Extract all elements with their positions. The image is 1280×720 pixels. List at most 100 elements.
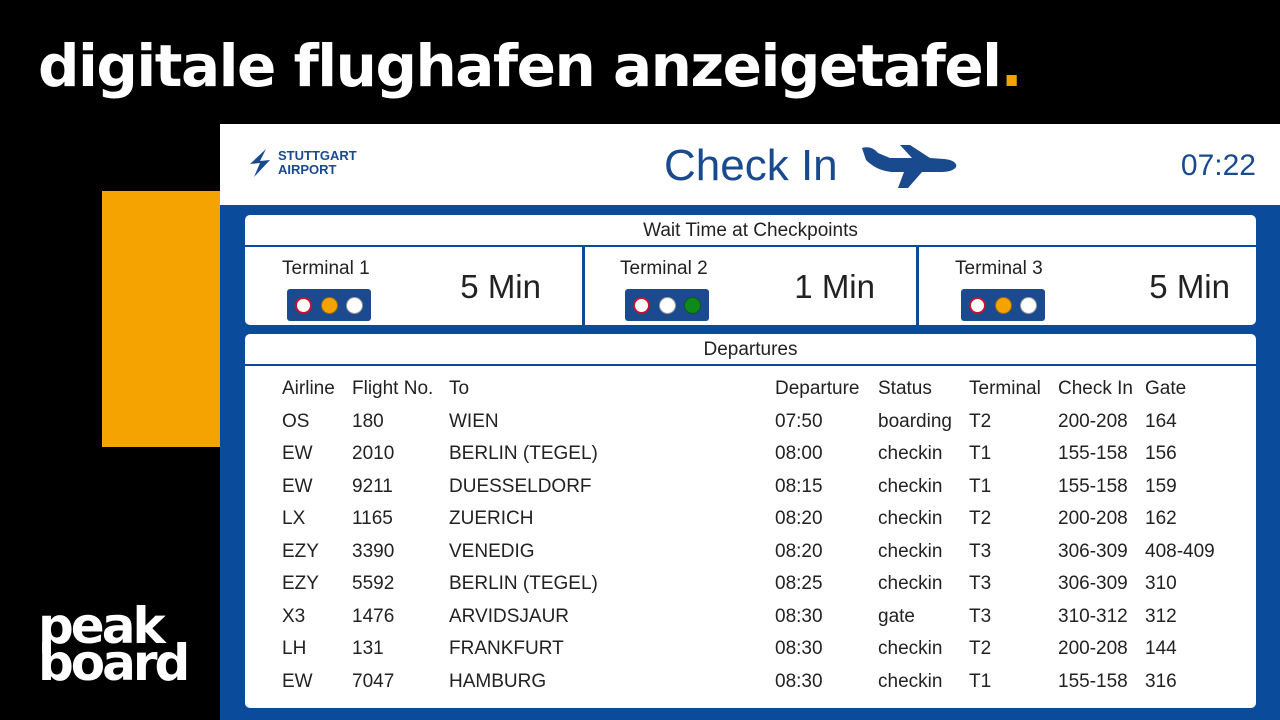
checkin-cell: 306-309 [1058, 573, 1128, 595]
checkin-cell: 306-309 [1058, 540, 1128, 562]
gate-cell: 156 [1145, 443, 1177, 465]
table-row: EW 7047 HAMBURG 08:30 checkin T1 155-158 316 [282, 666, 1231, 699]
destination-cell: FRANKFURT [449, 638, 564, 660]
airline-cell: LH [282, 638, 307, 660]
status-cell: gate [878, 605, 915, 627]
page-headline: digitale flughafen anzeigetafel. [38, 26, 1023, 106]
departures-panel: Departures Airline Flight No. To Departu… [245, 334, 1256, 708]
wait-time-panel: Wait Time at Checkpoints Terminal 1 5 Mi… [245, 215, 1256, 325]
column-header: Departure [775, 378, 860, 400]
terminal-1-wait: Terminal 1 5 Min [245, 247, 582, 325]
traffic-light-icon [625, 289, 709, 321]
terminal-cell: T1 [969, 443, 992, 465]
departure-time-cell: 08:00 [775, 443, 823, 465]
light-red-off [633, 296, 651, 314]
terminal-1-name: Terminal 1 [282, 258, 370, 279]
table-row: EZY 3390 VENEDIG 08:20 checkin T3 306-309 408-4… [282, 536, 1231, 569]
flight-number-cell: 1476 [352, 605, 395, 627]
peakboard-logo: peak board [38, 601, 190, 692]
gate-cell: 408-409 [1145, 540, 1215, 562]
airport-name-line-1: STUTTGART [278, 148, 357, 163]
checkin-cell: 200-208 [1058, 410, 1128, 432]
departure-time-cell: 08:30 [775, 605, 823, 627]
light-amber-on [320, 296, 338, 314]
light-green-on [683, 296, 701, 314]
airline-cell: EZY [282, 573, 319, 595]
airline-cell: X3 [282, 605, 306, 627]
flight-number-cell: 1165 [352, 508, 393, 530]
terminal-3-name: Terminal 3 [955, 258, 1043, 279]
column-header: Flight No. [352, 378, 434, 400]
terminal-cell: T1 [969, 475, 992, 497]
clock: 07:22 [1180, 149, 1256, 182]
table-row: EZY 5592 BERLIN (TEGEL) 08:25 checkin T3 306-3… [282, 568, 1231, 601]
terminal-cell: T3 [969, 605, 992, 627]
terminal-cell: T1 [969, 670, 992, 692]
gate-cell: 164 [1145, 410, 1177, 432]
gate-cell: 162 [1145, 508, 1177, 530]
table-row: EW 2010 BERLIN (TEGEL) 08:00 checkin T1 155-15… [282, 438, 1231, 471]
headline-text: digitale flughafen anzeigetafel [38, 32, 1002, 100]
terminal-3-wait-time: 5 Min [1149, 268, 1230, 305]
column-header: To [449, 378, 470, 400]
column-header: Check In [1058, 378, 1133, 400]
terminal-3-wait: Terminal 3 5 Min [919, 247, 1256, 325]
checkin-cell: 310-312 [1058, 605, 1128, 627]
destination-cell: BERLIN (TEGEL) [449, 443, 598, 465]
terminal-cell: T2 [969, 410, 992, 432]
departure-time-cell: 08:30 [775, 638, 823, 660]
destination-cell: DUESSELDORF [449, 475, 592, 497]
logo-line-2: board [38, 634, 190, 692]
light-amber-off [658, 296, 676, 314]
light-red-off [295, 296, 313, 314]
flight-number-cell: 180 [352, 410, 384, 432]
airport-display-board: STUTTGART AIRPORT Check In 07:22 Wait Ti… [220, 124, 1280, 720]
table-row: EW 9211 DUESSELDORF 08:15 checkin T1 155-158 15… [282, 471, 1231, 504]
status-cell: checkin [878, 540, 943, 562]
departure-time-cell: 08:15 [775, 475, 823, 497]
status-cell: checkin [878, 443, 943, 465]
board-title: Check In [664, 141, 838, 190]
column-header: Status [878, 378, 932, 400]
gate-cell: 159 [1145, 475, 1177, 497]
status-cell: checkin [878, 508, 943, 530]
headline-dot: . [1000, 32, 1023, 100]
light-green-off [345, 296, 363, 314]
status-cell: checkin [878, 475, 943, 497]
departures-title: Departures [245, 334, 1256, 366]
light-green-off [1019, 296, 1037, 314]
airport-logo: STUTTGART AIRPORT [248, 148, 357, 178]
table-row: LH 131 FRANKFURT 08:30 checkin T2 200-208 144 [282, 633, 1231, 666]
flight-number-cell: 3390 [352, 540, 395, 562]
checkin-cell: 200-208 [1058, 508, 1128, 530]
terminal-1-wait-time: 5 Min [460, 268, 541, 305]
terminal-cell: T2 [969, 508, 992, 530]
airline-cell: EW [282, 670, 313, 692]
departures-table: Airline Flight No. To Departure Status T… [282, 373, 1231, 698]
flight-number-cell: 5592 [352, 573, 395, 595]
destination-cell: BERLIN (TEGEL) [449, 573, 598, 595]
column-header: Terminal [969, 378, 1041, 400]
gate-cell: 144 [1145, 638, 1177, 660]
traffic-light-icon [961, 289, 1045, 321]
checkin-cell: 200-208 [1058, 638, 1128, 660]
airline-cell: EW [282, 443, 313, 465]
departure-time-cell: 08:20 [775, 540, 823, 562]
gate-cell: 310 [1145, 573, 1177, 595]
departure-time-cell: 07:50 [775, 410, 823, 432]
airport-logo-icon [250, 149, 270, 177]
terminal-cell: T3 [969, 573, 992, 595]
departure-time-cell: 08:30 [775, 670, 823, 692]
departure-time-cell: 08:20 [775, 508, 823, 530]
table-header-row: Airline Flight No. To Departure Status T… [282, 373, 1231, 406]
checkin-cell: 155-158 [1058, 670, 1128, 692]
checkin-cell: 155-158 [1058, 443, 1128, 465]
table-row: OS 180 WIEN 07:50 boarding T2 200-208 164 [282, 406, 1231, 439]
terminal-2-wait: Terminal 2 1 Min [585, 247, 916, 325]
status-cell: boarding [878, 410, 952, 432]
terminal-cell: T2 [969, 638, 992, 660]
flight-number-cell: 9211 [352, 475, 393, 497]
terminal-2-wait-time: 1 Min [794, 268, 875, 305]
gate-cell: 312 [1145, 605, 1177, 627]
checkin-cell: 155-158 [1058, 475, 1128, 497]
